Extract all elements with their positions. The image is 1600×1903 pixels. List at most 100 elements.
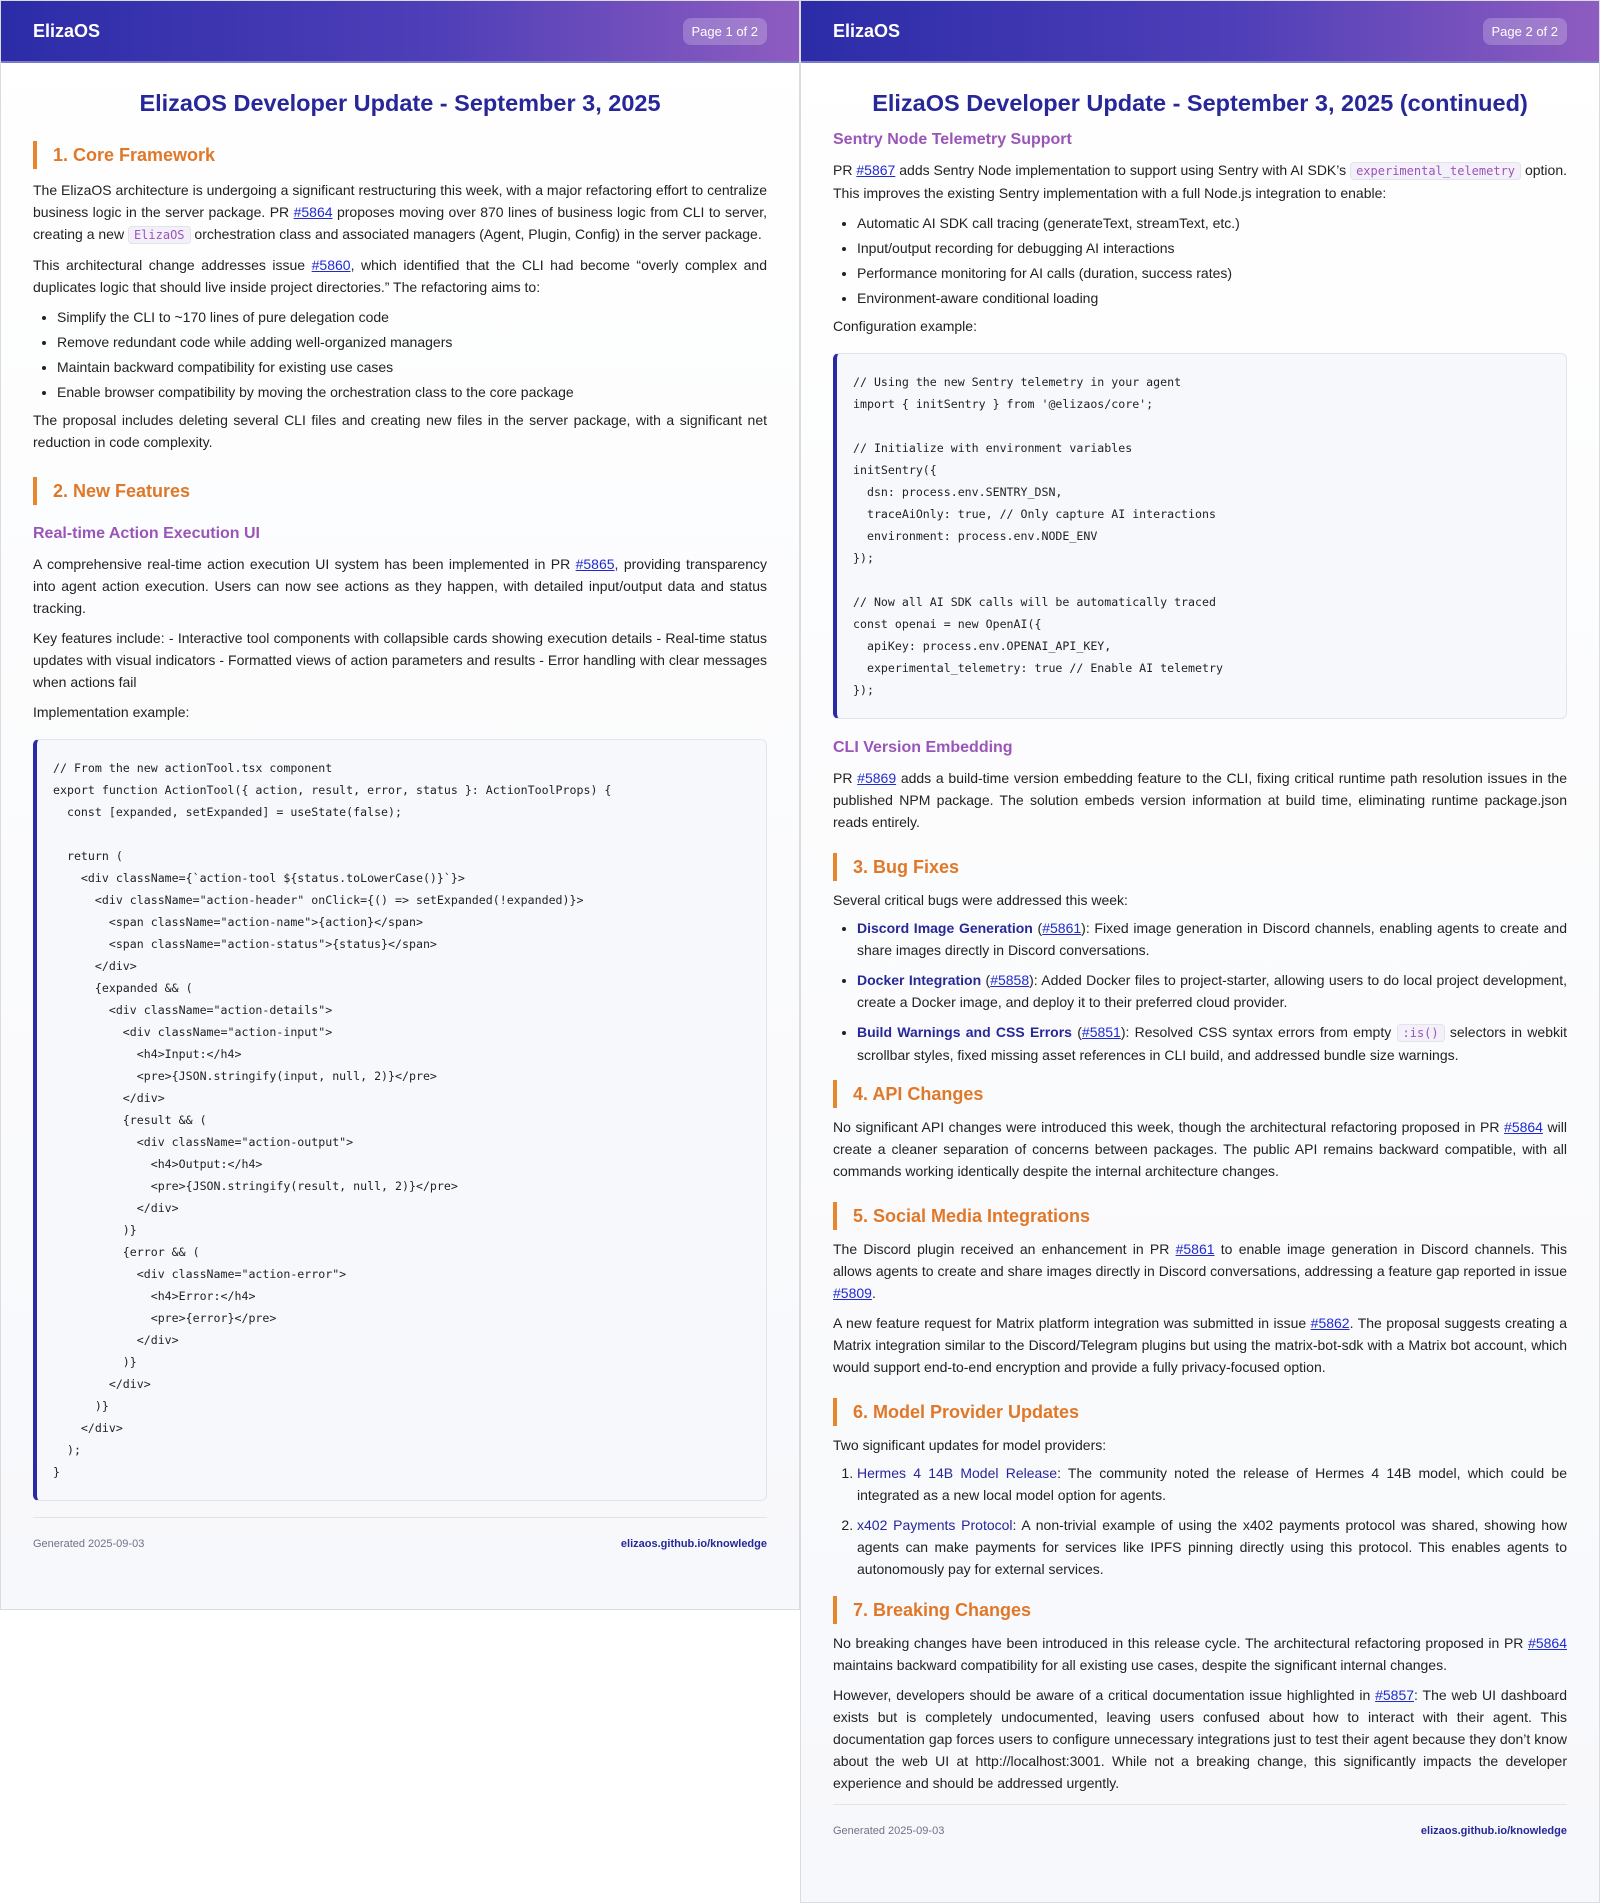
page-title: ElizaOS Developer Update - September 3, … (872, 90, 1528, 116)
section-heading-model-providers: 6. Model Provider Updates (833, 1398, 1567, 1426)
item-title: x402 Payments Protocol (857, 1517, 1013, 1533)
paragraph: Configuration example: (833, 318, 977, 334)
list-item: Hermes 4 14B Model Release: The communit… (857, 1462, 1567, 1506)
paragraph: Implementation example: (33, 704, 190, 720)
text: PR (833, 770, 858, 786)
list-item: Input/output recording for debugging AI … (857, 237, 1567, 259)
list-item: Remove redundant code while adding well-… (57, 331, 767, 353)
text: This architectural change addresses issu… (33, 257, 312, 273)
list-item: Discord Image Generation (#5861): Fixed … (857, 917, 1567, 961)
code-block: // From the new actionTool.tsx component… (33, 739, 767, 1501)
subsection-heading: Real-time Action Execution UI (33, 525, 260, 542)
paragraph: This architectural change addresses issu… (33, 254, 767, 298)
numbered-list: Hermes 4 14B Model Release: The communit… (833, 1462, 1567, 1580)
paragraph: The ElizaOS architecture is undergoing a… (33, 179, 767, 246)
text: PR (833, 162, 857, 178)
issue-link-5860[interactable]: #5860 (312, 257, 351, 273)
page-footer: Generated 2025-09-03 elizaos.github.io/k… (833, 1804, 1567, 1837)
list-item: Environment-aware conditional loading (857, 287, 1567, 309)
text: However, developers should be aware of a… (833, 1687, 1376, 1703)
item-title: Hermes 4 14B Model Release (857, 1465, 1058, 1481)
paragraph: A new feature request for Matrix platfor… (833, 1312, 1567, 1378)
bullet-list: Automatic AI SDK call tracing (generateT… (833, 212, 1567, 309)
section-heading-api-changes: 4. API Changes (833, 1080, 1567, 1108)
page-badge: Page 2 of 2 (1482, 17, 1567, 45)
inline-code: experimental_telemetry (1350, 162, 1522, 180)
text: maintains backward compatibility for all… (833, 1657, 1447, 1673)
list-item: Enable browser compatibility by moving t… (57, 381, 767, 403)
paragraph: However, developers should be aware of a… (833, 1684, 1567, 1794)
paragraph: The proposal includes deleting several C… (33, 412, 767, 450)
page-content: ElizaOS Developer Update - September 3, … (801, 89, 1599, 1837)
page-footer: Generated 2025-09-03 elizaos.github.io/k… (33, 1517, 767, 1550)
list-item: Performance monitoring for AI calls (dur… (857, 262, 1567, 284)
code-block: // Using the new Sentry telemetry in you… (833, 353, 1567, 719)
bug-title: Docker Integration (857, 972, 982, 988)
list-item: x402 Payments Protocol: A non-trivial ex… (857, 1514, 1567, 1580)
pr-link-5867[interactable]: #5867 (856, 162, 895, 178)
pr-link-5861[interactable]: #5861 (1176, 1241, 1215, 1257)
paragraph: Key features include: - Interactive tool… (33, 630, 767, 690)
paragraph: A comprehensive real-time action executi… (33, 553, 767, 619)
bug-title: Build Warnings and CSS Errors (857, 1024, 1072, 1040)
brand-logo: ElizaOS (33, 20, 101, 41)
pr-link-5864[interactable]: #5864 (1504, 1119, 1543, 1135)
paragraph: No breaking changes have been introduced… (833, 1632, 1567, 1676)
paragraph: PR #5867 adds Sentry Node implementation… (833, 159, 1567, 204)
paragraph: Two significant updates for model provid… (833, 1437, 1107, 1453)
text: adds a build-time version embedding feat… (833, 770, 1567, 830)
generated-date: Generated 2025-09-03 (833, 1825, 945, 1837)
pr-link-5858[interactable]: #5858 (990, 972, 1029, 988)
page-header: ElizaOS Page 1 of 2 (1, 1, 799, 63)
text: adds Sentry Node implementation to suppo… (895, 162, 1351, 178)
inline-code: ElizaOS (127, 226, 191, 244)
section-heading-social-media: 5. Social Media Integrations (833, 1202, 1567, 1230)
text: : Resolved CSS syntax errors from empty (1125, 1024, 1397, 1040)
knowledge-site-link[interactable]: elizaos.github.io/knowledge (1421, 1825, 1567, 1837)
bullet-list: Simplify the CLI to ~170 lines of pure d… (33, 306, 767, 403)
page-1: ElizaOS Page 1 of 2 ElizaOS Developer Up… (0, 0, 800, 1610)
page-header: ElizaOS Page 2 of 2 (801, 1, 1599, 63)
knowledge-site-link[interactable]: elizaos.github.io/knowledge (621, 1538, 767, 1550)
section-heading-core-framework: 1. Core Framework (33, 141, 767, 169)
page-2: ElizaOS Page 2 of 2 ElizaOS Developer Up… (800, 0, 1600, 1903)
list-item: Automatic AI SDK call tracing (generateT… (857, 212, 1567, 234)
brand-logo: ElizaOS (833, 20, 901, 41)
pr-link-5865[interactable]: #5865 (576, 556, 615, 572)
bug-list: Discord Image Generation (#5861): Fixed … (833, 917, 1567, 1066)
text: The Discord plugin received an enhanceme… (833, 1241, 1176, 1257)
list-item: Build Warnings and CSS Errors (#5851): R… (857, 1021, 1567, 1066)
page-content: ElizaOS Developer Update - September 3, … (1, 89, 799, 1550)
paragraph: PR #5869 adds a build-time version embed… (833, 767, 1567, 833)
pr-link-5861[interactable]: #5861 (1042, 920, 1081, 936)
text: No breaking changes have been introduced… (833, 1635, 1529, 1651)
section-heading-bug-fixes: 3. Bug Fixes (833, 853, 1567, 881)
pr-link-5851[interactable]: #5851 (1082, 1024, 1121, 1040)
subsection-heading: Sentry Node Telemetry Support (833, 131, 1072, 148)
bug-title: Discord Image Generation (857, 920, 1033, 936)
inline-code: :is() (1396, 1024, 1445, 1042)
paragraph: The Discord plugin received an enhanceme… (833, 1238, 1567, 1304)
list-item: Simplify the CLI to ~170 lines of pure d… (57, 306, 767, 328)
paragraph: No significant API changes were introduc… (833, 1116, 1567, 1182)
text: orchestration class and associated manag… (190, 226, 762, 242)
text: A comprehensive real-time action executi… (33, 556, 576, 572)
generated-date: Generated 2025-09-03 (33, 1538, 145, 1550)
list-item: Docker Integration (#5858): Added Docker… (857, 969, 1567, 1013)
text: A new feature request for Matrix platfor… (833, 1315, 1311, 1331)
page-title: ElizaOS Developer Update - September 3, … (139, 90, 661, 116)
text: . (871, 1285, 876, 1301)
issue-link-5809[interactable]: #5809 (833, 1285, 872, 1301)
section-heading-new-features: 2. New Features (33, 477, 767, 505)
subsection-heading: CLI Version Embedding (833, 739, 1013, 756)
pr-link-5869[interactable]: #5869 (857, 770, 896, 786)
issue-link-5857[interactable]: #5857 (1375, 1687, 1414, 1703)
pr-link-5864[interactable]: #5864 (294, 204, 333, 220)
page-badge: Page 1 of 2 (682, 17, 767, 45)
pr-link-5864[interactable]: #5864 (1528, 1635, 1567, 1651)
section-heading-breaking-changes: 7. Breaking Changes (833, 1596, 1567, 1624)
paragraph: Several critical bugs were addressed thi… (833, 892, 1128, 908)
issue-link-5862[interactable]: #5862 (1311, 1315, 1350, 1331)
text: No significant API changes were introduc… (833, 1119, 1505, 1135)
list-item: Maintain backward compatibility for exis… (57, 356, 767, 378)
